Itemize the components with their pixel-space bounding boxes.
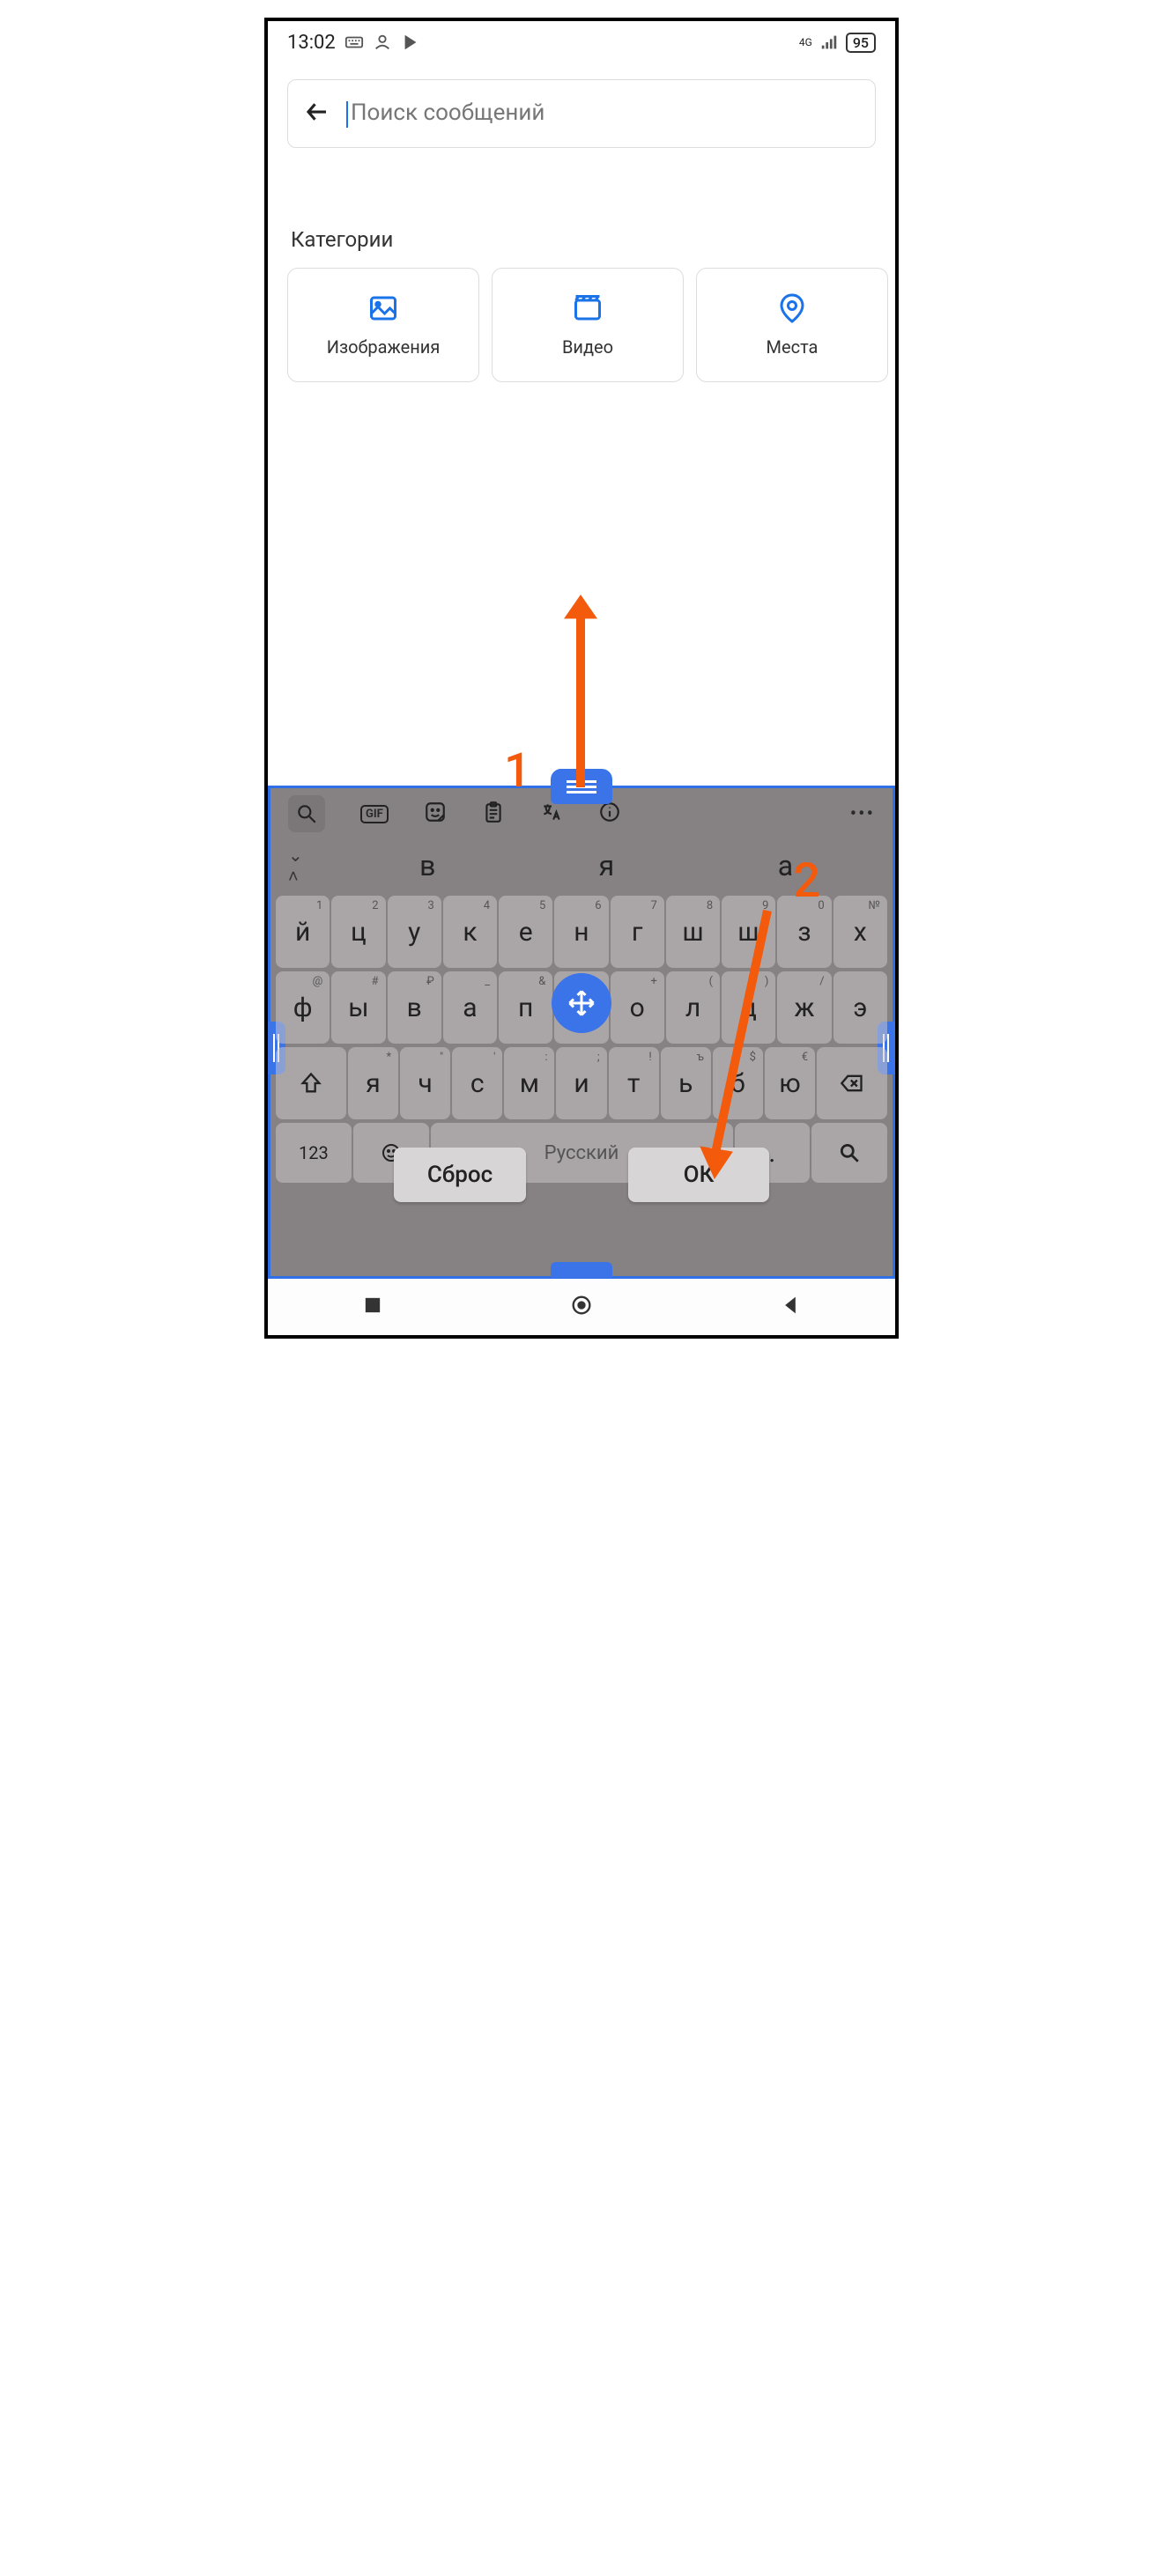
recent-apps-button[interactable]: [360, 1293, 385, 1321]
play-store-icon: [401, 33, 420, 52]
reset-button[interactable]: Сброс: [394, 1148, 526, 1202]
battery-level: 95: [846, 33, 876, 53]
enter-search-key[interactable]: [811, 1123, 887, 1183]
signal-icon: [819, 33, 839, 52]
category-label: Видео: [562, 336, 613, 358]
sticker-icon[interactable]: [424, 801, 447, 827]
key-ч[interactable]: ч": [400, 1047, 450, 1119]
backspace-key[interactable]: [817, 1047, 887, 1119]
key-д[interactable]: д): [722, 971, 775, 1044]
key-п[interactable]: п&: [499, 971, 552, 1044]
key-к[interactable]: к4: [443, 896, 497, 968]
categories-row: Изображения Видео Места: [268, 268, 895, 382]
key-х[interactable]: х№: [833, 896, 887, 968]
key-м[interactable]: м:: [504, 1047, 554, 1119]
suggestion-word[interactable]: в: [338, 849, 517, 882]
app-status-icon: [373, 33, 392, 52]
key-щ[interactable]: щ9: [722, 896, 775, 968]
key-row-3: я*ч"с'м:и;т!ьъб$ю€: [276, 1047, 887, 1119]
gif-icon[interactable]: GIF: [360, 805, 389, 823]
key-н[interactable]: н6: [554, 896, 608, 968]
key-ц[interactable]: ц2: [331, 896, 385, 968]
status-bar: 13:02 4G 95: [268, 21, 895, 63]
key-row-bottom: 123 Русский .: [276, 1123, 887, 1183]
suggestion-row: ⌄˄ в я а: [270, 839, 893, 892]
category-images[interactable]: Изображения: [287, 268, 479, 382]
key-ь[interactable]: ьъ: [661, 1047, 711, 1119]
keyboard: GIF ••• ⌄˄ в я а й1ц2у3к4е5н6г7ш8щ9з0х№ …: [268, 786, 895, 1279]
key-л[interactable]: л(: [666, 971, 720, 1044]
category-video[interactable]: Видео: [492, 268, 684, 382]
key-а[interactable]: а_: [443, 971, 497, 1044]
key-с[interactable]: с': [452, 1047, 502, 1119]
suggestion-word[interactable]: я: [517, 849, 696, 882]
location-icon: [776, 292, 808, 324]
key-з[interactable]: з0: [777, 896, 831, 968]
key-о[interactable]: о+: [611, 971, 664, 1044]
search-bar[interactable]: Поиск сообщений: [287, 79, 876, 148]
key-и[interactable]: и;: [556, 1047, 606, 1119]
resize-handle-bottom[interactable]: [551, 1262, 612, 1278]
image-icon: [367, 292, 399, 324]
key-й[interactable]: й1: [276, 896, 330, 968]
key-у[interactable]: у3: [388, 896, 441, 968]
clipboard-icon[interactable]: [482, 801, 505, 827]
collapse-icon[interactable]: ⌄˄: [288, 845, 303, 888]
annotation-arrow-up: [554, 594, 607, 796]
key-в[interactable]: в₽: [388, 971, 441, 1044]
network-type: 4G: [799, 37, 812, 48]
category-label: Изображения: [327, 336, 441, 358]
key-б[interactable]: б$: [713, 1047, 763, 1119]
key-т[interactable]: т!: [609, 1047, 659, 1119]
android-navbar: [268, 1279, 895, 1335]
more-icon[interactable]: •••: [850, 803, 875, 825]
key-я[interactable]: я*: [348, 1047, 398, 1119]
resize-handle-top[interactable]: [551, 769, 612, 804]
status-time: 13:02: [287, 32, 336, 54]
keyboard-indicator-icon: [344, 33, 364, 52]
key-ю[interactable]: ю€: [765, 1047, 815, 1119]
key-э[interactable]: э: [833, 971, 887, 1044]
phone-frame: 13:02 4G 95 Поиск сообщений Категории: [264, 18, 899, 1339]
text-cursor: [346, 101, 348, 128]
category-places[interactable]: Места: [696, 268, 888, 382]
back-arrow-icon[interactable]: [304, 99, 330, 129]
categories-title: Категории: [291, 227, 872, 252]
search-input[interactable]: Поиск сообщений: [346, 100, 544, 127]
numeric-key[interactable]: 123: [276, 1123, 352, 1183]
key-г[interactable]: г7: [611, 896, 664, 968]
translate-icon[interactable]: [540, 801, 563, 827]
key-ы[interactable]: ы#: [331, 971, 385, 1044]
back-button[interactable]: [778, 1293, 803, 1321]
video-icon: [572, 292, 604, 324]
ok-button[interactable]: ОК: [628, 1148, 769, 1202]
info-icon[interactable]: [598, 801, 621, 827]
suggestion-word[interactable]: а: [696, 849, 875, 882]
category-label: Места: [767, 336, 819, 358]
shift-key[interactable]: [276, 1047, 346, 1119]
key-ж[interactable]: ж/: [777, 971, 831, 1044]
key-ф[interactable]: ф@: [276, 971, 330, 1044]
keyboard-search-icon[interactable]: [288, 795, 325, 832]
move-handle[interactable]: [552, 973, 611, 1033]
key-ш[interactable]: ш8: [666, 896, 720, 968]
key-е[interactable]: е5: [499, 896, 552, 968]
home-button[interactable]: [569, 1293, 594, 1321]
key-row-1: й1ц2у3к4е5н6г7ш8щ9з0х№: [276, 896, 887, 968]
